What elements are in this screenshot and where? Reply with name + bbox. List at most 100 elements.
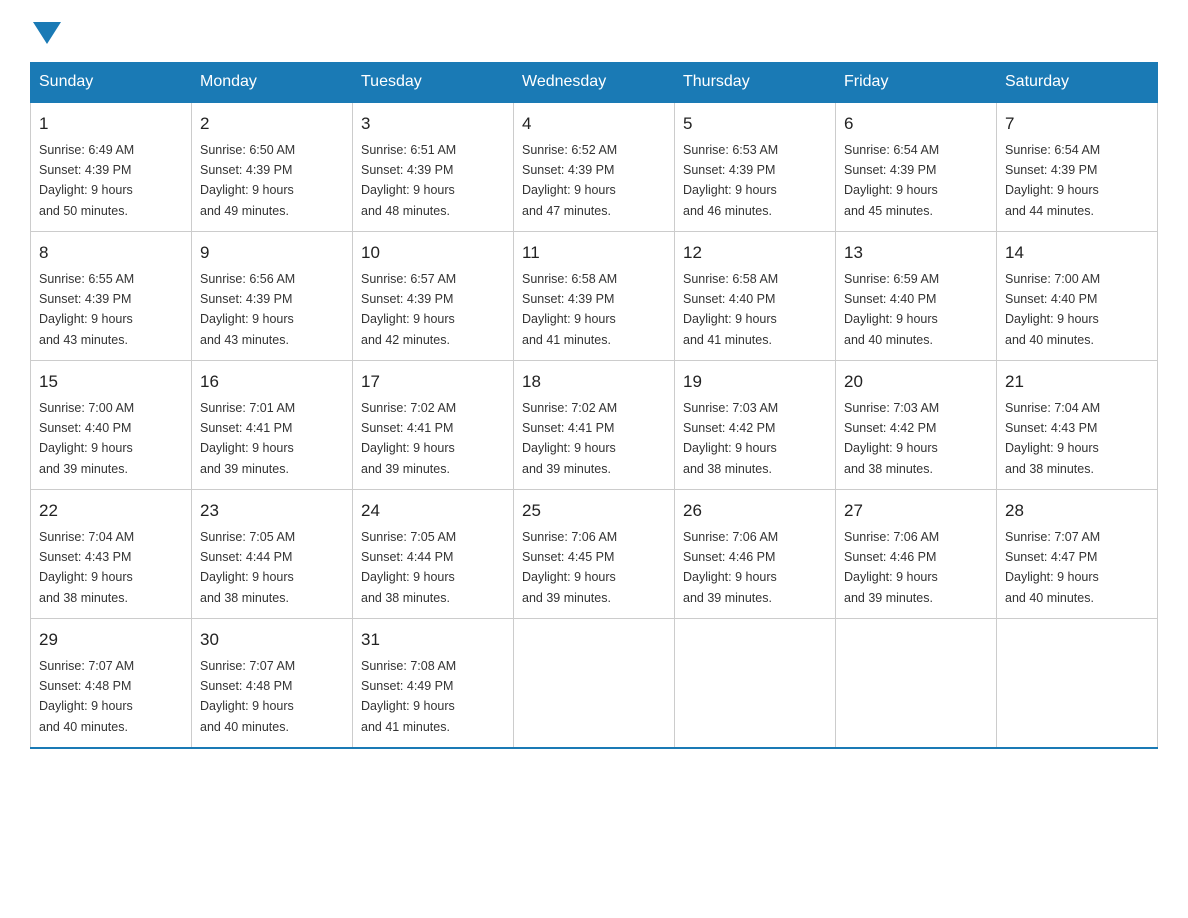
day-cell-18: 18 Sunrise: 7:02 AMSunset: 4:41 PMDaylig… <box>514 361 675 490</box>
day-info: Sunrise: 7:00 AMSunset: 4:40 PMDaylight:… <box>1005 272 1100 347</box>
day-cell-5: 5 Sunrise: 6:53 AMSunset: 4:39 PMDayligh… <box>675 102 836 232</box>
day-cell-1: 1 Sunrise: 6:49 AMSunset: 4:39 PMDayligh… <box>31 102 192 232</box>
day-cell-3: 3 Sunrise: 6:51 AMSunset: 4:39 PMDayligh… <box>353 102 514 232</box>
day-info: Sunrise: 6:54 AMSunset: 4:39 PMDaylight:… <box>1005 143 1100 218</box>
day-number: 20 <box>844 369 988 395</box>
day-cell-15: 15 Sunrise: 7:00 AMSunset: 4:40 PMDaylig… <box>31 361 192 490</box>
weekday-header-friday: Friday <box>836 63 997 103</box>
empty-cell <box>836 619 997 749</box>
week-row-4: 22 Sunrise: 7:04 AMSunset: 4:43 PMDaylig… <box>31 490 1158 619</box>
day-cell-25: 25 Sunrise: 7:06 AMSunset: 4:45 PMDaylig… <box>514 490 675 619</box>
day-info: Sunrise: 7:03 AMSunset: 4:42 PMDaylight:… <box>683 401 778 476</box>
day-number: 30 <box>200 627 344 653</box>
weekday-header-monday: Monday <box>192 63 353 103</box>
day-cell-8: 8 Sunrise: 6:55 AMSunset: 4:39 PMDayligh… <box>31 232 192 361</box>
day-info: Sunrise: 7:01 AMSunset: 4:41 PMDaylight:… <box>200 401 295 476</box>
day-number: 31 <box>361 627 505 653</box>
day-info: Sunrise: 6:59 AMSunset: 4:40 PMDaylight:… <box>844 272 939 347</box>
logo-triangle-icon <box>33 22 61 44</box>
day-number: 24 <box>361 498 505 524</box>
day-info: Sunrise: 7:04 AMSunset: 4:43 PMDaylight:… <box>39 530 134 605</box>
day-info: Sunrise: 7:03 AMSunset: 4:42 PMDaylight:… <box>844 401 939 476</box>
week-row-3: 15 Sunrise: 7:00 AMSunset: 4:40 PMDaylig… <box>31 361 1158 490</box>
day-info: Sunrise: 6:53 AMSunset: 4:39 PMDaylight:… <box>683 143 778 218</box>
day-cell-11: 11 Sunrise: 6:58 AMSunset: 4:39 PMDaylig… <box>514 232 675 361</box>
day-cell-28: 28 Sunrise: 7:07 AMSunset: 4:47 PMDaylig… <box>997 490 1158 619</box>
day-cell-30: 30 Sunrise: 7:07 AMSunset: 4:48 PMDaylig… <box>192 619 353 749</box>
day-number: 18 <box>522 369 666 395</box>
day-info: Sunrise: 6:56 AMSunset: 4:39 PMDaylight:… <box>200 272 295 347</box>
day-info: Sunrise: 7:06 AMSunset: 4:46 PMDaylight:… <box>683 530 778 605</box>
calendar-table: SundayMondayTuesdayWednesdayThursdayFrid… <box>30 62 1158 749</box>
day-number: 19 <box>683 369 827 395</box>
day-info: Sunrise: 6:58 AMSunset: 4:40 PMDaylight:… <box>683 272 778 347</box>
day-number: 25 <box>522 498 666 524</box>
day-info: Sunrise: 6:49 AMSunset: 4:39 PMDaylight:… <box>39 143 134 218</box>
day-info: Sunrise: 7:07 AMSunset: 4:47 PMDaylight:… <box>1005 530 1100 605</box>
day-cell-20: 20 Sunrise: 7:03 AMSunset: 4:42 PMDaylig… <box>836 361 997 490</box>
day-info: Sunrise: 7:07 AMSunset: 4:48 PMDaylight:… <box>200 659 295 734</box>
weekday-header-wednesday: Wednesday <box>514 63 675 103</box>
day-number: 7 <box>1005 111 1149 137</box>
day-cell-9: 9 Sunrise: 6:56 AMSunset: 4:39 PMDayligh… <box>192 232 353 361</box>
weekday-header-row: SundayMondayTuesdayWednesdayThursdayFrid… <box>31 63 1158 103</box>
day-number: 4 <box>522 111 666 137</box>
day-cell-17: 17 Sunrise: 7:02 AMSunset: 4:41 PMDaylig… <box>353 361 514 490</box>
week-row-5: 29 Sunrise: 7:07 AMSunset: 4:48 PMDaylig… <box>31 619 1158 749</box>
day-number: 21 <box>1005 369 1149 395</box>
day-cell-27: 27 Sunrise: 7:06 AMSunset: 4:46 PMDaylig… <box>836 490 997 619</box>
weekday-header-sunday: Sunday <box>31 63 192 103</box>
day-number: 6 <box>844 111 988 137</box>
day-number: 15 <box>39 369 183 395</box>
day-number: 3 <box>361 111 505 137</box>
week-row-1: 1 Sunrise: 6:49 AMSunset: 4:39 PMDayligh… <box>31 102 1158 232</box>
day-number: 26 <box>683 498 827 524</box>
day-number: 14 <box>1005 240 1149 266</box>
day-cell-4: 4 Sunrise: 6:52 AMSunset: 4:39 PMDayligh… <box>514 102 675 232</box>
weekday-header-saturday: Saturday <box>997 63 1158 103</box>
day-number: 11 <box>522 240 666 266</box>
day-cell-13: 13 Sunrise: 6:59 AMSunset: 4:40 PMDaylig… <box>836 232 997 361</box>
day-cell-21: 21 Sunrise: 7:04 AMSunset: 4:43 PMDaylig… <box>997 361 1158 490</box>
day-cell-6: 6 Sunrise: 6:54 AMSunset: 4:39 PMDayligh… <box>836 102 997 232</box>
empty-cell <box>514 619 675 749</box>
day-info: Sunrise: 7:06 AMSunset: 4:45 PMDaylight:… <box>522 530 617 605</box>
weekday-header-thursday: Thursday <box>675 63 836 103</box>
day-info: Sunrise: 7:02 AMSunset: 4:41 PMDaylight:… <box>522 401 617 476</box>
day-number: 23 <box>200 498 344 524</box>
weekday-header-tuesday: Tuesday <box>353 63 514 103</box>
day-info: Sunrise: 6:55 AMSunset: 4:39 PMDaylight:… <box>39 272 134 347</box>
day-cell-24: 24 Sunrise: 7:05 AMSunset: 4:44 PMDaylig… <box>353 490 514 619</box>
day-number: 5 <box>683 111 827 137</box>
day-info: Sunrise: 7:07 AMSunset: 4:48 PMDaylight:… <box>39 659 134 734</box>
day-number: 27 <box>844 498 988 524</box>
day-number: 8 <box>39 240 183 266</box>
day-number: 10 <box>361 240 505 266</box>
empty-cell <box>997 619 1158 749</box>
day-info: Sunrise: 6:50 AMSunset: 4:39 PMDaylight:… <box>200 143 295 218</box>
day-cell-29: 29 Sunrise: 7:07 AMSunset: 4:48 PMDaylig… <box>31 619 192 749</box>
day-info: Sunrise: 6:58 AMSunset: 4:39 PMDaylight:… <box>522 272 617 347</box>
day-info: Sunrise: 7:05 AMSunset: 4:44 PMDaylight:… <box>200 530 295 605</box>
day-number: 28 <box>1005 498 1149 524</box>
day-info: Sunrise: 6:52 AMSunset: 4:39 PMDaylight:… <box>522 143 617 218</box>
day-cell-31: 31 Sunrise: 7:08 AMSunset: 4:49 PMDaylig… <box>353 619 514 749</box>
day-number: 22 <box>39 498 183 524</box>
day-info: Sunrise: 7:00 AMSunset: 4:40 PMDaylight:… <box>39 401 134 476</box>
day-number: 13 <box>844 240 988 266</box>
day-cell-26: 26 Sunrise: 7:06 AMSunset: 4:46 PMDaylig… <box>675 490 836 619</box>
day-cell-23: 23 Sunrise: 7:05 AMSunset: 4:44 PMDaylig… <box>192 490 353 619</box>
day-number: 1 <box>39 111 183 137</box>
day-info: Sunrise: 7:05 AMSunset: 4:44 PMDaylight:… <box>361 530 456 605</box>
day-cell-19: 19 Sunrise: 7:03 AMSunset: 4:42 PMDaylig… <box>675 361 836 490</box>
day-cell-14: 14 Sunrise: 7:00 AMSunset: 4:40 PMDaylig… <box>997 232 1158 361</box>
day-number: 16 <box>200 369 344 395</box>
day-info: Sunrise: 7:08 AMSunset: 4:49 PMDaylight:… <box>361 659 456 734</box>
day-info: Sunrise: 6:54 AMSunset: 4:39 PMDaylight:… <box>844 143 939 218</box>
day-number: 29 <box>39 627 183 653</box>
day-number: 17 <box>361 369 505 395</box>
day-info: Sunrise: 7:02 AMSunset: 4:41 PMDaylight:… <box>361 401 456 476</box>
day-number: 12 <box>683 240 827 266</box>
day-cell-2: 2 Sunrise: 6:50 AMSunset: 4:39 PMDayligh… <box>192 102 353 232</box>
day-cell-10: 10 Sunrise: 6:57 AMSunset: 4:39 PMDaylig… <box>353 232 514 361</box>
